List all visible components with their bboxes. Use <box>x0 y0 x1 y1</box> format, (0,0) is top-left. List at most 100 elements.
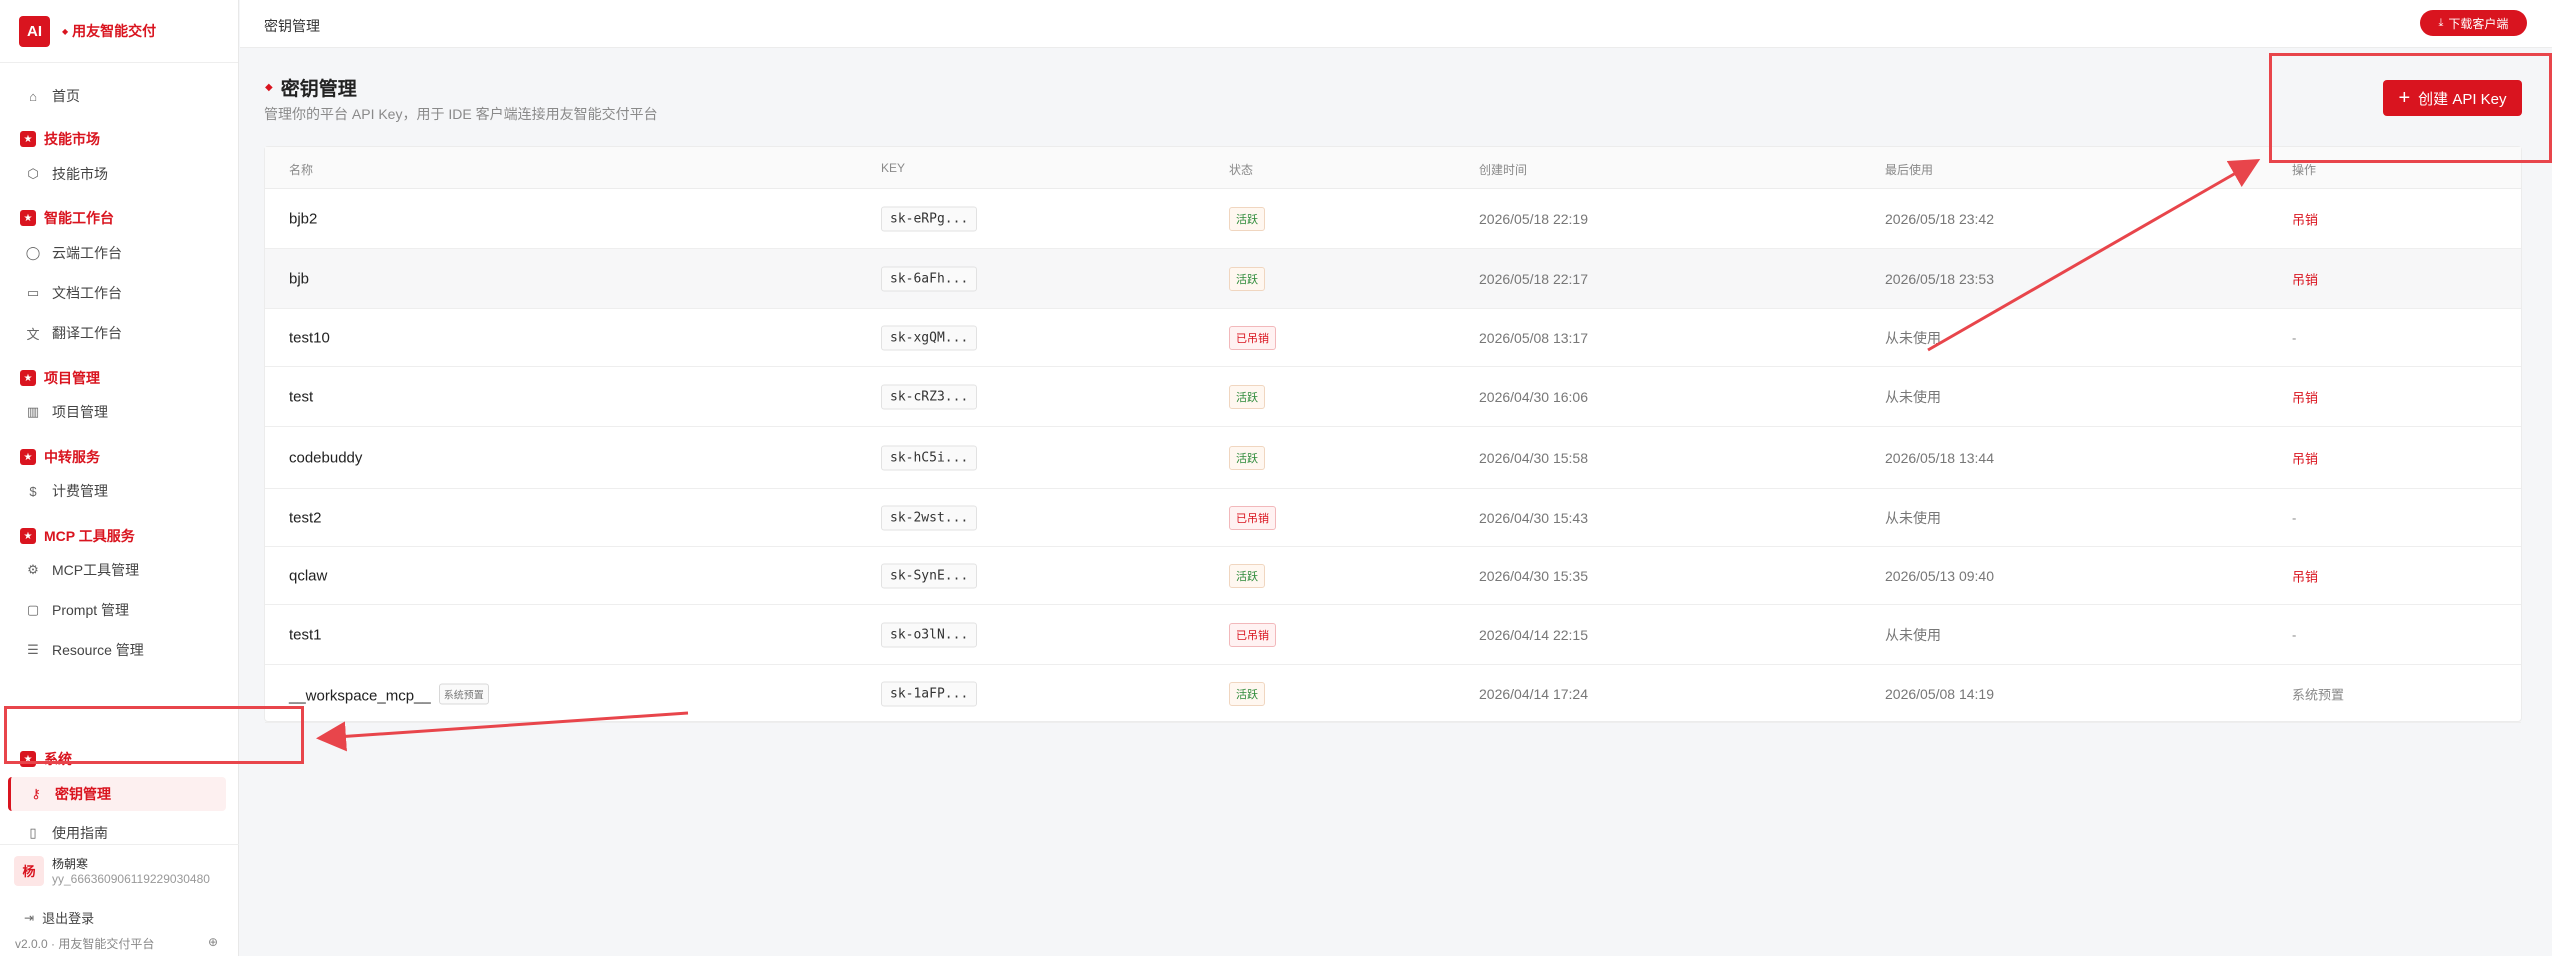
avatar: 杨 <box>14 855 44 886</box>
download-label: 下载客户端 <box>2448 16 2509 31</box>
user-info: 杨朝寒 yy_666360906119229030480 <box>52 855 222 886</box>
brand-logo: AI <box>19 15 50 47</box>
logout-label: 退出登录 <box>42 911 95 926</box>
key-name: test <box>289 388 313 405</box>
status-badge: 活跃 <box>1229 681 1265 706</box>
table-row: bjb2 sk-eRPg... 活跃 2026/05/18 22:19 2026/05/… <box>265 189 2521 249</box>
key-value[interactable]: sk-hC5i... <box>881 445 978 470</box>
sidebar-item-mcp-tools[interactable]: ⚙ MCP工具管理 <box>8 553 226 587</box>
action-placeholder: 系统预置 <box>2292 687 2345 702</box>
page-title-text: 密钥管理 <box>280 79 357 100</box>
key-value[interactable]: sk-1aFP... <box>881 681 978 706</box>
sidebar-item-key-management[interactable]: ⚷ 密钥管理 <box>8 777 226 811</box>
created-time: 2026/05/08 13:17 <box>1479 329 1588 346</box>
sidebar-item-skill-market[interactable]: ⬡ 技能市场 <box>8 157 226 191</box>
book-icon: ▯ <box>29 825 37 840</box>
download-client-button[interactable]: ⤓ 下载客户端 <box>2420 10 2527 36</box>
sidebar-item-prompt[interactable]: ▢ Prompt 管理 <box>8 593 226 627</box>
created-time: 2026/04/30 15:35 <box>1479 567 1588 584</box>
user-name: 杨朝寒 <box>52 857 89 871</box>
star-icon: ★ <box>20 131 36 147</box>
star-icon: ★ <box>20 528 36 544</box>
last-used-time: 2026/05/18 23:42 <box>1885 210 1994 227</box>
key-value[interactable]: sk-SynE... <box>881 563 978 588</box>
status-badge: 活跃 <box>1229 384 1265 409</box>
last-used-time: 2026/05/08 14:19 <box>1885 685 1994 702</box>
last-used-time: 2026/05/18 23:53 <box>1885 270 1994 287</box>
page-subtitle: 管理你的平台 API Key，用于 IDE 客户端连接用友智能交付平台 <box>264 106 658 122</box>
sidebar-item-translate-workbench[interactable]: 文 翻译工作台 <box>8 316 226 350</box>
sidebar-item-label: MCP工具管理 <box>52 562 140 578</box>
key-value[interactable]: sk-o3lN... <box>881 622 978 647</box>
sidebar-item-cloud-workbench[interactable]: ◯ 云端工作台 <box>8 236 226 270</box>
key-name-text: bjb2 <box>289 210 318 227</box>
sidebar-item-label: 翻译工作台 <box>52 325 122 341</box>
star-icon: ★ <box>20 210 36 226</box>
section-project: ★ 项目管理 <box>20 368 100 388</box>
sidebar-item-label: 计费管理 <box>52 483 108 499</box>
key-value[interactable]: sk-6aFh... <box>881 266 978 291</box>
sidebar: AI 用友智能交付 ⌂ 首页 ★ 技能市场 ⬡ 技能市场 ★ 智能工作台 ◯ 云… <box>0 0 239 956</box>
user-profile[interactable]: 杨 杨朝寒 yy_666360906119229030480 <box>14 855 222 886</box>
revoke-button[interactable]: 吊销 <box>2292 387 2318 406</box>
last-used-time: 2026/05/13 09:40 <box>1885 567 1994 584</box>
section-workbench: ★ 智能工作台 <box>20 208 114 228</box>
column-header-name: 名称 <box>289 163 314 177</box>
revoke-button[interactable]: 吊销 <box>2292 566 2318 585</box>
created-time: 2026/04/30 15:58 <box>1479 449 1588 466</box>
sidebar-item-home[interactable]: ⌂ 首页 <box>8 79 226 113</box>
section-title: 技能市场 <box>44 131 100 147</box>
key-name-text: __workspace_mcp__ <box>289 687 431 704</box>
table-row: test1 sk-o3lN... 已吊销 2026/04/14 22:15 从未使用 - <box>265 605 2521 665</box>
key-name-text: test <box>289 388 314 405</box>
revoke-button[interactable]: 吊销 <box>2292 209 2318 228</box>
key-value[interactable]: sk-xgQM... <box>881 325 978 350</box>
key-name-text: test2 <box>289 509 322 526</box>
sidebar-item-label: 项目管理 <box>52 404 108 420</box>
status-badge: 已吊销 <box>1229 622 1276 647</box>
sidebar-item-project[interactable]: ▥ 项目管理 <box>8 395 226 429</box>
section-title: 项目管理 <box>44 370 100 386</box>
status-badge: 活跃 <box>1229 445 1265 470</box>
version-text: v2.0.0 · 用友智能交付平台 <box>15 937 155 951</box>
message-icon: ▢ <box>26 602 40 617</box>
sidebar-item-label: 技能市场 <box>52 166 108 182</box>
column-header-status: 状态 <box>1229 163 1254 177</box>
table-row: qclaw sk-SynE... 活跃 2026/04/30 15:35 2026/05… <box>265 547 2521 605</box>
section-relay: ★ 中转服务 <box>20 447 100 467</box>
key-name: codebuddy <box>289 449 362 466</box>
key-name: test1 <box>289 626 322 643</box>
column-header-last-used: 最后使用 <box>1885 163 1934 177</box>
brand[interactable]: AI 用友智能交付 <box>0 0 238 63</box>
section-title: 中转服务 <box>44 449 100 465</box>
action-placeholder: - <box>2292 627 2297 642</box>
logout-icon: ⇥ <box>24 910 35 925</box>
key-name-text: test1 <box>289 626 322 643</box>
key-name-text: qclaw <box>289 567 328 584</box>
key-name-text: bjb <box>289 270 310 287</box>
table-row: codebuddy sk-hC5i... 活跃 2026/04/30 15:58 202… <box>265 427 2521 489</box>
user-id: yy_666360906119229030480 <box>52 872 210 886</box>
home-icon: ⌂ <box>29 88 37 104</box>
sidebar-item-label: 文档工作台 <box>52 285 122 301</box>
sidebar-item-doc-workbench[interactable]: ▭ 文档工作台 <box>8 276 226 310</box>
sidebar-item-label: 首页 <box>52 88 80 104</box>
highlight-box-sidebar <box>4 706 304 764</box>
logout-button[interactable]: ⇥ 退出登录 <box>24 908 94 927</box>
database-icon: ☰ <box>27 642 39 657</box>
columns-icon: ▥ <box>26 404 40 419</box>
key-value[interactable]: sk-2wst... <box>881 505 978 530</box>
created-time: 2026/05/18 22:17 <box>1479 270 1588 287</box>
revoke-button[interactable]: 吊销 <box>2292 448 2318 467</box>
sidebar-item-billing[interactable]: $ 计费管理 <box>8 474 226 508</box>
status-badge: 已吊销 <box>1229 325 1276 350</box>
sidebar-item-resource[interactable]: ☰ Resource 管理 <box>8 633 226 667</box>
key-value[interactable]: sk-cRZ3... <box>881 384 978 409</box>
key-value[interactable]: sk-eRPg... <box>881 206 978 231</box>
breadcrumb: 密钥管理 <box>264 18 320 34</box>
created-time: 2026/04/14 22:15 <box>1479 626 1588 643</box>
table-row: bjb sk-6aFh... 活跃 2026/05/18 22:17 2026/05/1… <box>265 249 2521 309</box>
revoke-button[interactable]: 吊销 <box>2292 269 2318 288</box>
settings-circle-icon[interactable]: ⊕ <box>208 935 218 949</box>
table-row: test2 sk-2wst... 已吊销 2026/04/30 15:43 从未使用 - <box>265 489 2521 547</box>
